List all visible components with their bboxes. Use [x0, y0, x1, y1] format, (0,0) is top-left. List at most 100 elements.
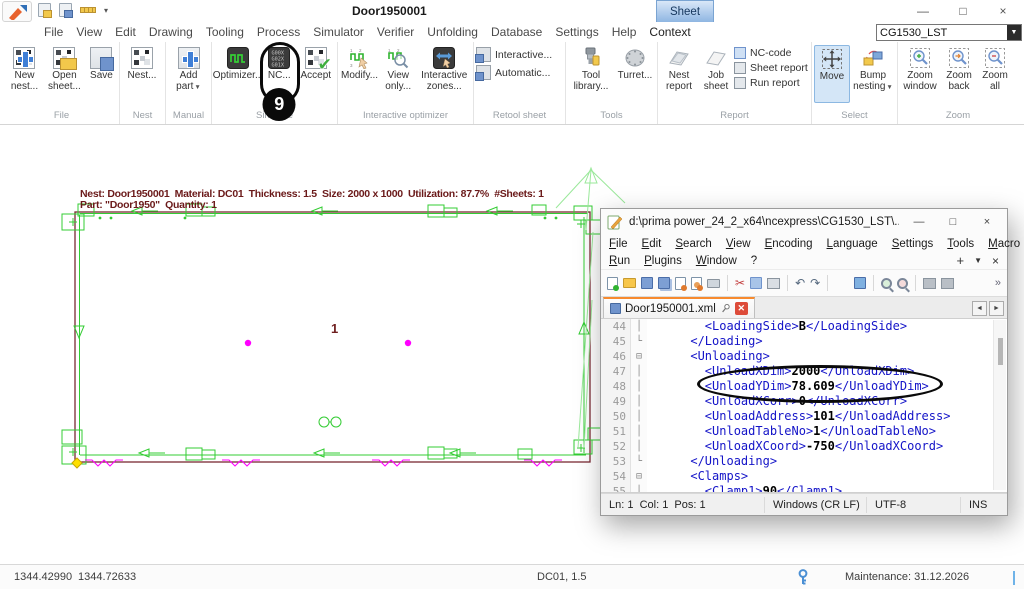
- sheet-report-button[interactable]: Sheet report: [734, 62, 808, 74]
- np-menu-file[interactable]: File: [609, 238, 628, 250]
- zoom-out-icon[interactable]: [897, 278, 908, 289]
- notepad-title-bar[interactable]: d:\prima power_24_2_x64\ncexpress\CG1530…: [601, 209, 1007, 235]
- new-nest-button[interactable]: New nest...: [6, 45, 43, 94]
- tab-close-icon[interactable]: ✕: [735, 302, 748, 315]
- zoom-window-button[interactable]: Zoom window: [900, 45, 940, 94]
- xml-line-52[interactable]: 52│ <UnloadXCoord>-750</UnloadXCoord>: [601, 439, 1007, 454]
- close-tab-icon[interactable]: ×: [992, 254, 999, 268]
- nest-button[interactable]: Nest...: [122, 45, 162, 84]
- tab-door1950001-xml[interactable]: Door1950001.xml ✕: [603, 297, 755, 318]
- quick-save-icon[interactable]: [59, 3, 72, 17]
- scrollbar-thumb[interactable]: [998, 338, 1003, 365]
- quick-open-icon[interactable]: [38, 3, 51, 17]
- nest-report-button[interactable]: Nest report: [660, 45, 698, 94]
- move-button[interactable]: Move: [814, 45, 850, 103]
- fold-marker-icon[interactable]: │: [631, 379, 647, 394]
- fold-marker-icon[interactable]: │: [631, 409, 647, 424]
- modify-button[interactable]: 123 Modify...: [340, 45, 379, 84]
- editor-scrollbar[interactable]: [993, 320, 1006, 490]
- xml-line-44[interactable]: 44│ <LoadingSide>B</LoadingSide>: [601, 319, 1007, 334]
- notepad-maximize-button[interactable]: □: [939, 216, 967, 228]
- menu-unfolding[interactable]: Unfolding: [427, 25, 478, 39]
- xml-line-47[interactable]: 47│ <UnloadXDim>2000</UnloadXDim>: [601, 364, 1007, 379]
- bump-nesting-button[interactable]: Bump nesting▼: [851, 45, 895, 95]
- xml-line-50[interactable]: 50│ <UnloadAddress>101</UnloadAddress>: [601, 409, 1007, 424]
- print-icon[interactable]: [707, 279, 720, 288]
- fold-marker-icon[interactable]: ⊟: [631, 469, 647, 484]
- menu-database[interactable]: Database: [491, 25, 542, 39]
- tab-scroll-right-icon[interactable]: ►: [989, 301, 1004, 316]
- xml-line-51[interactable]: 51│ <UnloadTableNo>1</UnloadTableNo>: [601, 424, 1007, 439]
- open-file-icon[interactable]: [623, 278, 636, 288]
- xml-line-53[interactable]: 53└ </Unloading>: [601, 454, 1007, 469]
- np-menu-view[interactable]: View: [726, 238, 751, 250]
- tab-list-icon[interactable]: ▼: [974, 256, 982, 265]
- menu-simulator[interactable]: Simulator: [313, 25, 364, 39]
- add-part-button[interactable]: Add part▼: [168, 45, 209, 95]
- fold-marker-icon[interactable]: │: [631, 424, 647, 439]
- run-report-button[interactable]: Run report: [734, 77, 808, 89]
- fold-marker-icon[interactable]: │: [631, 364, 647, 379]
- retool-automatic-button[interactable]: Automatic...: [476, 65, 552, 80]
- save-button[interactable]: Save: [86, 45, 117, 84]
- document-map-icon[interactable]: [923, 278, 936, 289]
- undo-icon[interactable]: ↶: [795, 277, 805, 289]
- np-menu-plugins[interactable]: Plugins: [644, 255, 682, 267]
- fold-marker-icon[interactable]: ⊟: [631, 349, 647, 364]
- redo-icon[interactable]: ↷: [810, 277, 820, 289]
- chevron-down-icon[interactable]: ▼: [1007, 25, 1021, 40]
- new-file-icon[interactable]: [607, 277, 618, 290]
- menu-edit[interactable]: Edit: [115, 25, 136, 39]
- np-menu-window[interactable]: Window: [696, 255, 737, 267]
- fold-marker-icon[interactable]: │: [631, 394, 647, 409]
- measure-icon[interactable]: [80, 7, 96, 13]
- fold-marker-icon[interactable]: │: [631, 319, 647, 334]
- retool-interactive-button[interactable]: Interactive...: [476, 47, 552, 62]
- menu-view[interactable]: View: [76, 25, 102, 39]
- job-sheet-button[interactable]: Job sheet: [699, 45, 733, 94]
- encoding[interactable]: UTF-8: [867, 497, 961, 513]
- zoom-back-button[interactable]: Zoom back: [941, 45, 977, 94]
- fold-marker-icon[interactable]: └: [631, 334, 647, 349]
- np-menu-help[interactable]: ?: [751, 255, 757, 267]
- xml-editor[interactable]: 44│ <LoadingSide>B</LoadingSide>45└ </Lo…: [601, 319, 1007, 493]
- optimizer-button[interactable]: Optimizer...: [214, 45, 262, 84]
- tab-scroll-left-icon[interactable]: ◄: [972, 301, 987, 316]
- xml-line-46[interactable]: 46⊟ <Unloading>: [601, 349, 1007, 364]
- new-tab-icon[interactable]: +: [956, 253, 964, 268]
- nc-code-button[interactable]: NC-code: [734, 47, 808, 59]
- np-menu-encoding[interactable]: Encoding: [765, 238, 813, 250]
- pin-icon[interactable]: [720, 303, 731, 314]
- np-menu-search[interactable]: Search: [675, 238, 711, 250]
- interactive-zones-button[interactable]: Interactive zones...: [417, 45, 471, 94]
- notepad-close-button[interactable]: ×: [973, 216, 1001, 228]
- nc-button[interactable]: G00XG02XG01X NC... 9: [263, 45, 296, 84]
- eol-format[interactable]: Windows (CR LF): [765, 497, 867, 513]
- tool-library-button[interactable]: Tool library...: [568, 45, 614, 94]
- copy-icon[interactable]: [750, 277, 762, 289]
- menu-file[interactable]: File: [44, 25, 63, 39]
- open-sheet-button[interactable]: Open sheet...: [44, 45, 85, 94]
- cut-icon[interactable]: ✂: [735, 277, 745, 289]
- zoom-in-icon[interactable]: [881, 278, 892, 289]
- fold-marker-icon[interactable]: │: [631, 439, 647, 454]
- minimize-button[interactable]: —: [906, 0, 940, 22]
- find-icon[interactable]: [835, 279, 849, 288]
- xml-line-55[interactable]: 55│ <Clamp1>90</Clamp1>: [601, 484, 1007, 493]
- close-button[interactable]: ×: [986, 0, 1020, 22]
- tab-sheet[interactable]: Sheet: [656, 0, 714, 22]
- maximize-button[interactable]: □: [946, 0, 980, 22]
- view-only-button[interactable]: 12 View only...: [380, 45, 416, 94]
- accept-button[interactable]: Accept: [297, 45, 335, 84]
- function-list-icon[interactable]: [941, 278, 954, 289]
- np-menu-macro[interactable]: Macro: [988, 238, 1020, 250]
- np-menu-settings[interactable]: Settings: [892, 238, 934, 250]
- save-icon[interactable]: [641, 277, 653, 289]
- close-all-icon[interactable]: [691, 277, 702, 290]
- menu-context[interactable]: Context: [649, 25, 690, 39]
- np-menu-language[interactable]: Language: [827, 238, 878, 250]
- menu-drawing[interactable]: Drawing: [149, 25, 193, 39]
- np-menu-run[interactable]: Run: [609, 255, 630, 267]
- close-file-icon[interactable]: [675, 277, 686, 290]
- fold-marker-icon[interactable]: └: [631, 454, 647, 469]
